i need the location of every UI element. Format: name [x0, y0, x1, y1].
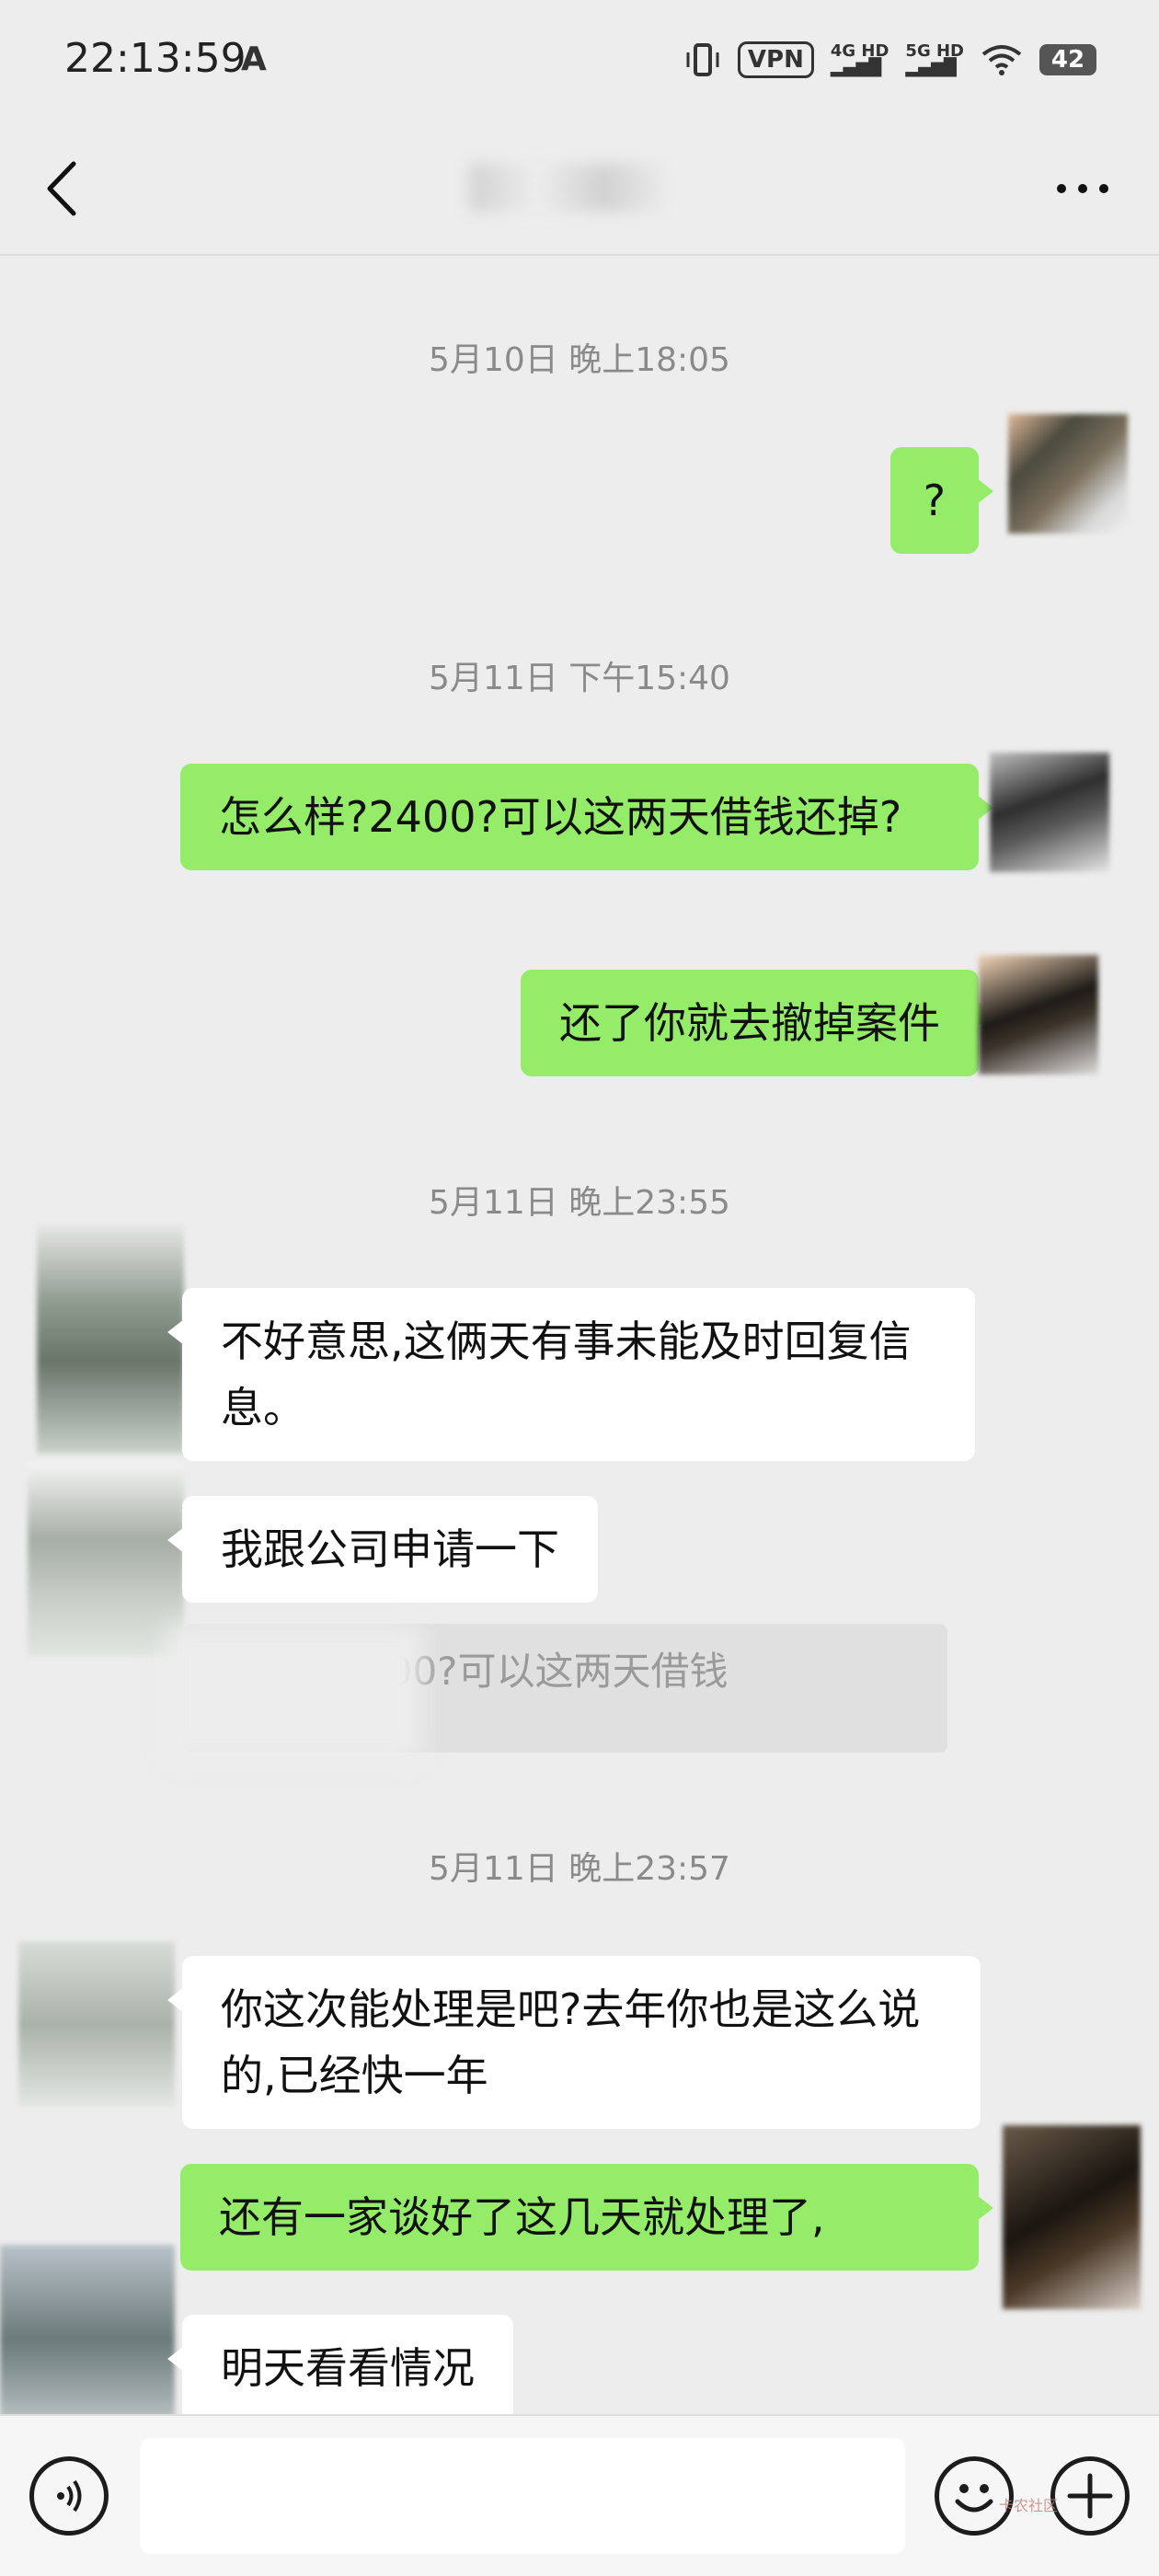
- voice-icon[interactable]: [29, 2456, 109, 2536]
- quoted-message-preview[interactable]: 怎么样?2400?可以这两天借钱: [166, 1624, 947, 1762]
- vibrate-icon: [686, 43, 719, 76]
- plus-icon[interactable]: [1050, 2456, 1130, 2536]
- message-timestamp: 5月11日 晚上23:57: [429, 1850, 730, 1888]
- received-message[interactable]: 我跟公司申请一下: [167, 1496, 598, 1603]
- status-indicators: VPN 4G HD ▂▄▆█ 5G HD ▂▄▆█ 42: [684, 37, 1096, 83]
- chat-input-bar: [0, 2414, 1159, 2576]
- alert-icon: A: [241, 40, 267, 78]
- status-time: 22:13:59: [64, 35, 247, 82]
- chevron-left-icon[interactable]: [37, 156, 92, 221]
- contact-avatar[interactable]: [37, 1224, 184, 1454]
- contact-avatar[interactable]: [28, 1463, 184, 1656]
- my-avatar[interactable]: [979, 955, 1098, 1075]
- more-dots-icon[interactable]: [1050, 166, 1115, 212]
- message-input[interactable]: [140, 2438, 905, 2554]
- my-avatar[interactable]: [990, 753, 1109, 872]
- status-bar: 22:13:59 A VPN 4G HD ▂▄▆█ 5G HD ▂▄▆█ 42: [0, 0, 1159, 120]
- battery-indicator: 42: [1039, 44, 1096, 75]
- chat-title-redacted: [469, 164, 671, 212]
- plus-glyph: [1067, 2473, 1113, 2519]
- message-timestamp: 5月11日 晚上23:55: [429, 1184, 730, 1222]
- message-timestamp: 5月11日 下午15:40: [429, 660, 730, 697]
- signal-5g-label: 5G HD: [905, 41, 964, 61]
- received-message[interactable]: 你这次能处理是吧?去年你也是这么说的,已经快一年: [167, 1956, 981, 2129]
- sent-message[interactable]: 还有一家谈好了这几天就处理了,: [180, 2164, 993, 2271]
- received-message[interactable]: 不好意思,这俩天有事未能及时回复信息。: [167, 1288, 975, 1461]
- quote-redaction: [166, 1624, 423, 1762]
- my-avatar[interactable]: [1003, 2125, 1141, 2309]
- signal-4g: 4G HD ▂▄▆█: [830, 41, 889, 77]
- signal-5g: 5G HD ▂▄▆█: [905, 41, 964, 77]
- contact-avatar[interactable]: [18, 1941, 175, 2107]
- watermark: 卡农社区: [999, 2497, 1059, 2514]
- sent-message[interactable]: 还了你就去撤掉案件: [521, 970, 993, 1076]
- my-avatar[interactable]: [1008, 414, 1128, 534]
- received-message[interactable]: 明天看看情况: [167, 2315, 513, 2414]
- voice-waves-glyph: [57, 2479, 82, 2513]
- signal-4g-label: 4G HD: [830, 41, 889, 61]
- sent-message[interactable]: 怎么样?2400?可以这两天借钱还掉?: [180, 764, 993, 870]
- vpn-badge: VPN: [737, 41, 814, 78]
- message-timestamp: 5月10日 晚上18:05: [429, 341, 730, 379]
- sent-message[interactable]: ?: [889, 447, 994, 554]
- chat-header: [0, 120, 1159, 256]
- wifi-icon: [981, 45, 1022, 75]
